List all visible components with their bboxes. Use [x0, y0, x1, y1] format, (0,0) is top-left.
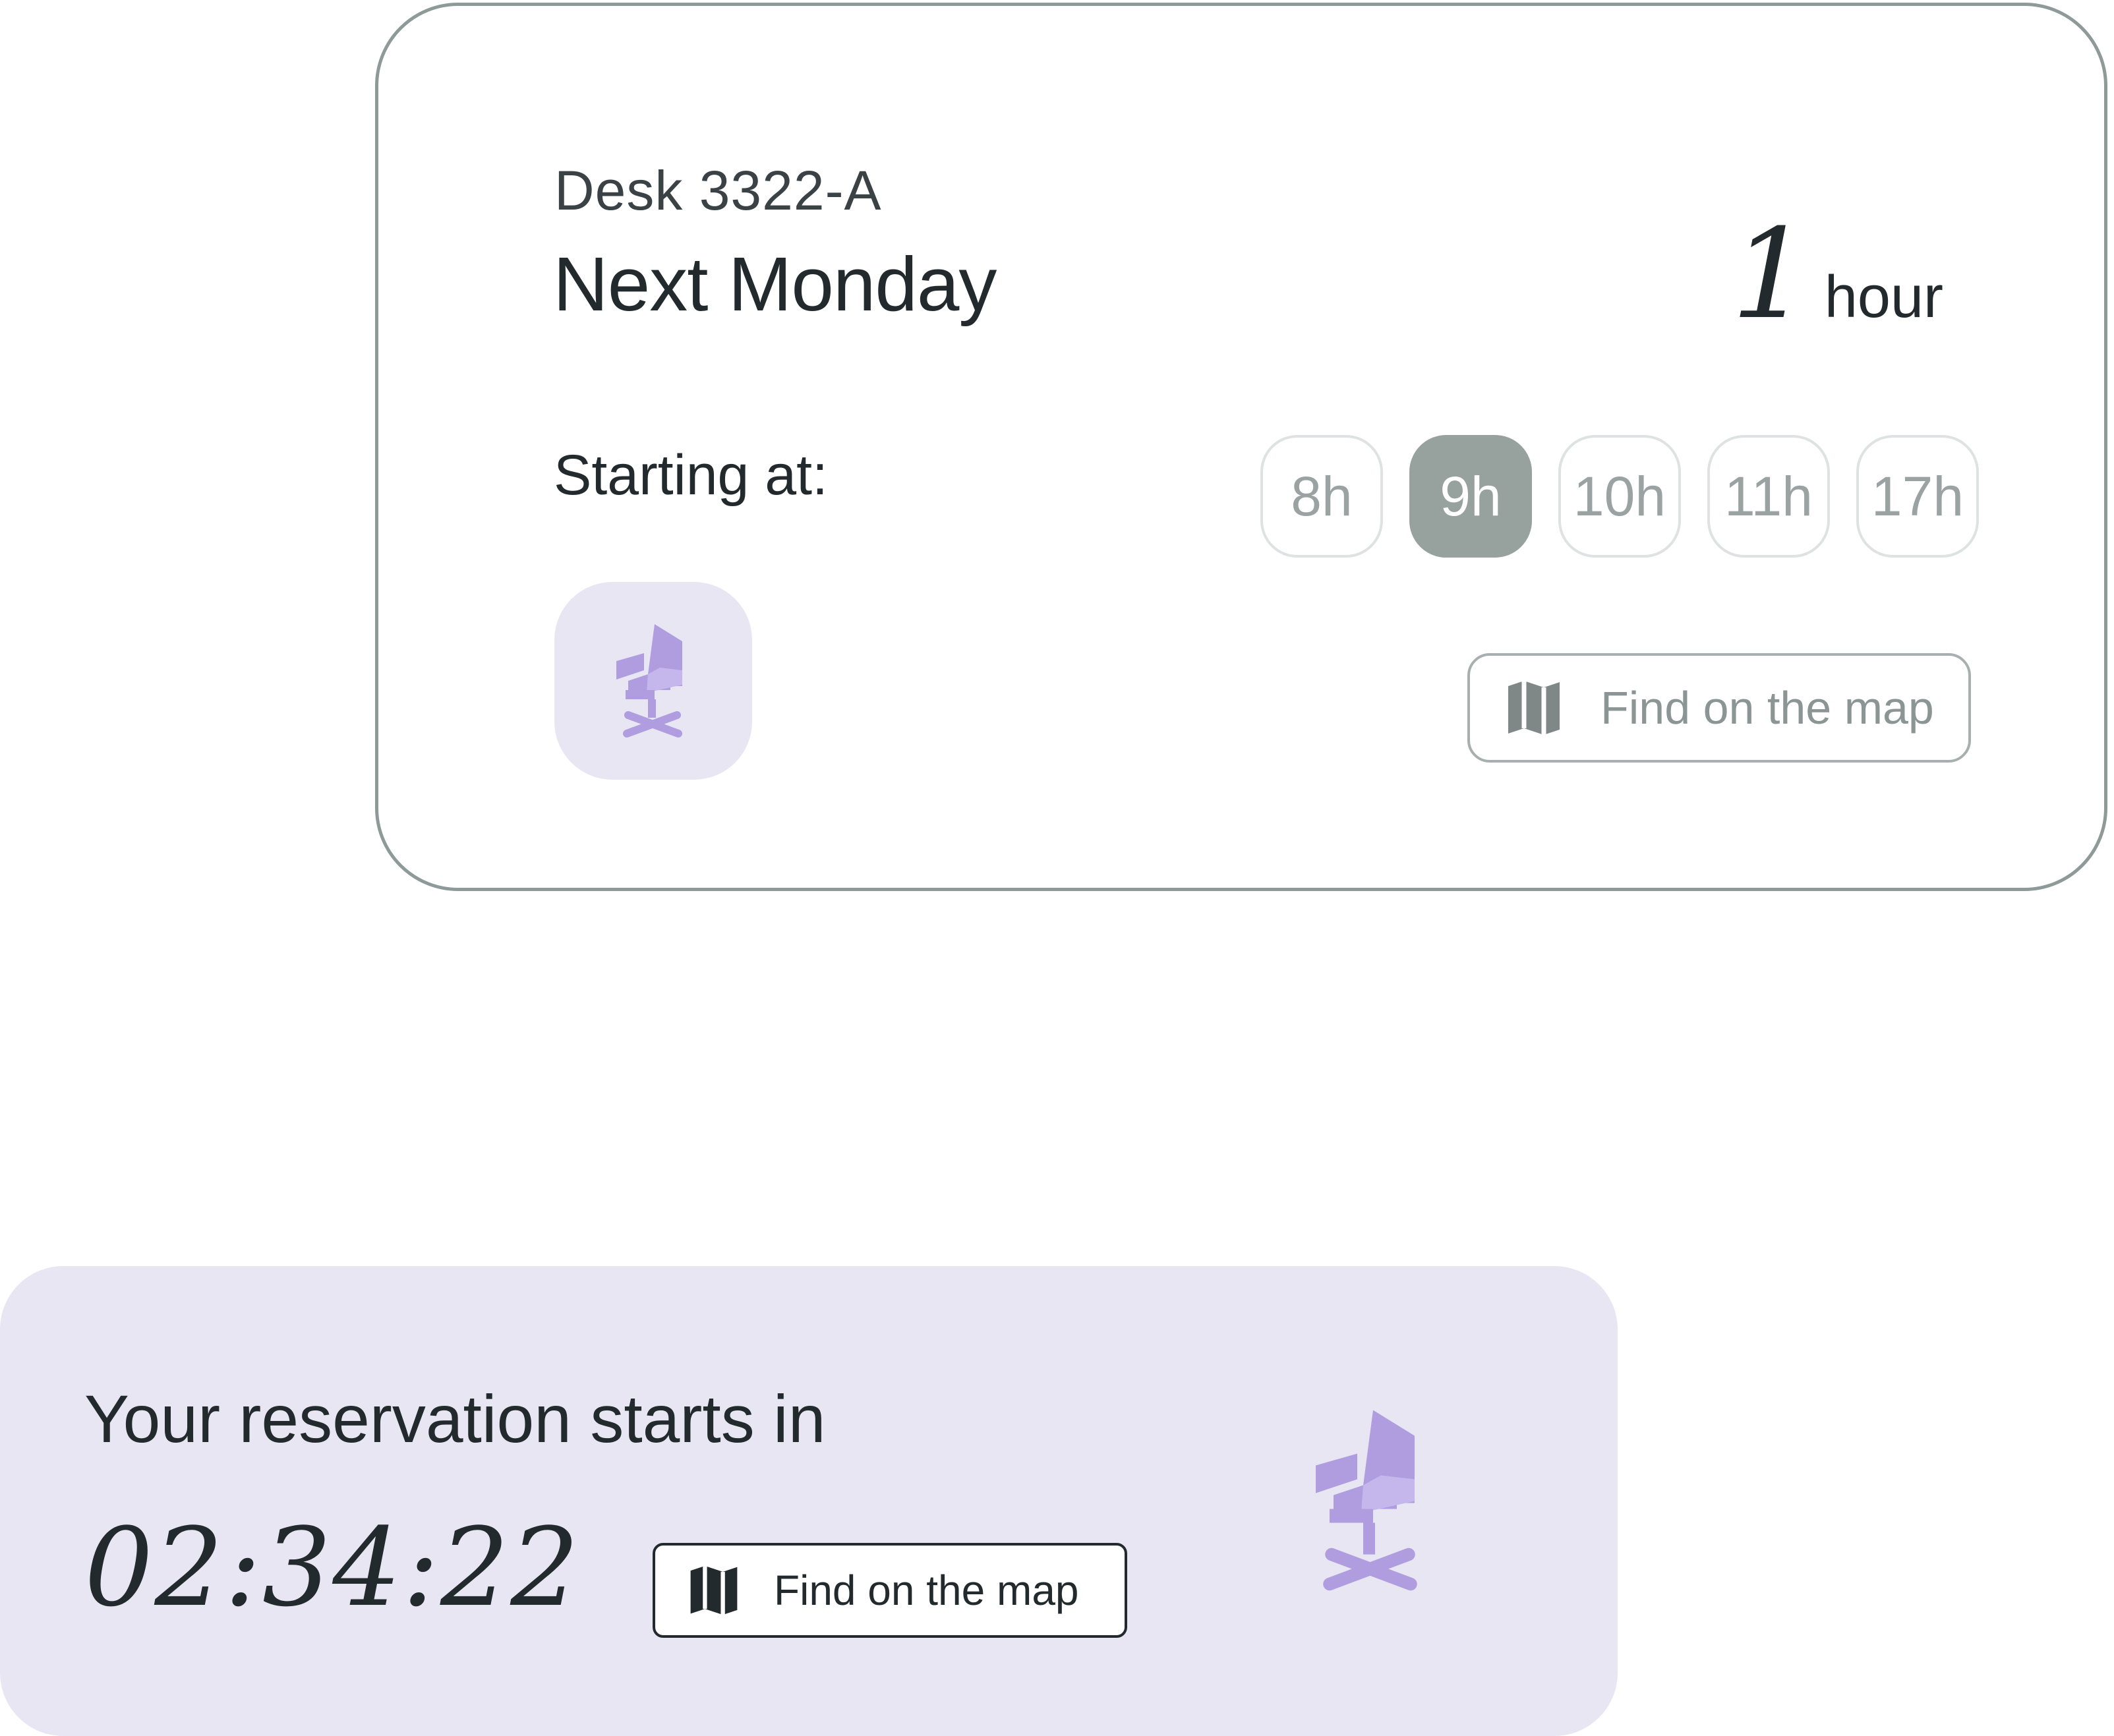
countdown-title: Your reservation starts in — [84, 1381, 826, 1457]
chair-icon — [1316, 1410, 1417, 1591]
find-on-map-button[interactable]: Find on the map — [653, 1543, 1127, 1638]
hour-option-9h[interactable]: 9h — [1409, 435, 1532, 558]
reservation-day: Next Monday — [553, 241, 997, 327]
map-icon — [1508, 681, 1560, 735]
duration: 1 hour — [1731, 202, 1943, 347]
find-on-map-label: Find on the map — [774, 1567, 1079, 1614]
duration-unit: hour — [1824, 264, 1943, 330]
hour-option-11h[interactable]: 11h — [1707, 435, 1830, 558]
chair-icon — [616, 624, 682, 738]
hour-option-10h[interactable]: 10h — [1558, 435, 1681, 558]
countdown-card: Your reservation starts in 02:34:22 Find… — [0, 1266, 1618, 1736]
find-on-map-button[interactable]: Find on the map — [1467, 653, 1971, 763]
hour-option-8h[interactable]: 8h — [1260, 435, 1383, 558]
starting-at-label: Starting at: — [554, 444, 828, 507]
seat-tile — [554, 582, 752, 780]
hour-options: 8h 9h 10h 11h 17h — [1260, 435, 1979, 558]
duration-value: 1 — [1731, 202, 1810, 347]
reservation-card: Desk 3322-A Next Monday 1 hour Starting … — [375, 3, 2107, 891]
countdown-timer: 02:34:22 — [84, 1505, 581, 1631]
hour-option-17h[interactable]: 17h — [1856, 435, 1979, 558]
desk-id: Desk 3322-A — [554, 159, 882, 221]
map-icon — [690, 1565, 738, 1615]
find-on-map-label: Find on the map — [1600, 682, 1934, 734]
